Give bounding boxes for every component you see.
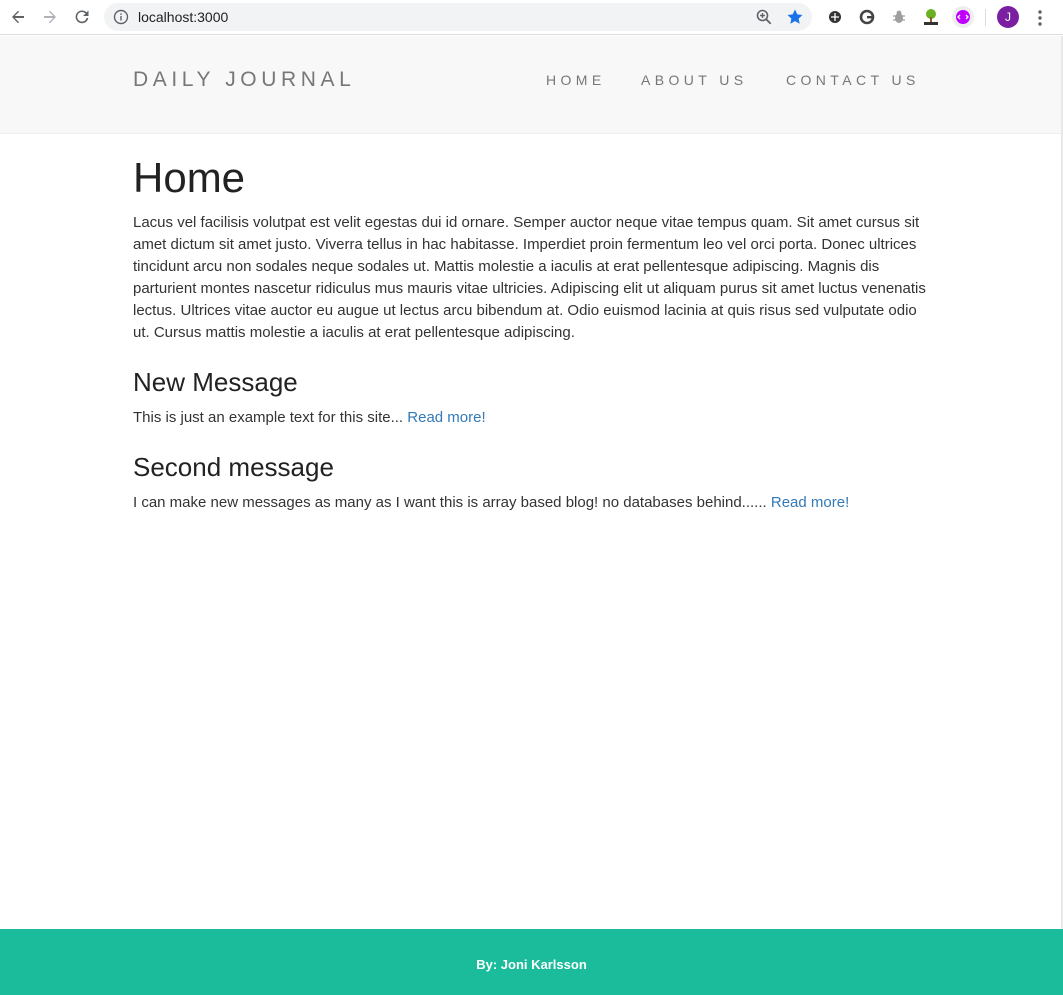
post-excerpt-text: This is just an example text for this si…	[133, 409, 404, 426]
google-extension-icon[interactable]	[857, 7, 877, 27]
info-icon[interactable]	[113, 9, 129, 25]
intro-paragraph: Lacus vel facilisis volutpat est velit e…	[133, 214, 926, 341]
post-excerpt: I can make new messages as many as I wan…	[133, 492, 926, 514]
bug-extension-icon[interactable]	[889, 7, 909, 27]
read-more-link[interactable]: Read more	[771, 494, 845, 511]
site-header: DAILY JOURNAL HOME ABOUT US CONTACT US	[0, 36, 1063, 134]
post-item: Second message I can make new messages a…	[133, 451, 926, 514]
read-more-suffix: !	[481, 409, 486, 426]
url-text[interactable]: localhost:3000	[138, 9, 228, 25]
reload-button[interactable]	[69, 5, 95, 29]
zoom-in-icon[interactable]	[755, 8, 773, 26]
toolbar-separator	[985, 9, 986, 26]
forward-button[interactable]	[37, 5, 63, 29]
reload-icon	[75, 10, 89, 24]
back-button[interactable]	[5, 5, 31, 29]
kebab-menu-icon[interactable]	[1032, 8, 1048, 28]
arrow-left-icon	[12, 10, 24, 24]
page-title: Home	[133, 154, 246, 201]
extension-1-icon[interactable]	[825, 7, 845, 27]
profile-avatar[interactable]: J	[997, 6, 1019, 28]
post-excerpt-text: I can make new messages as many as I wan…	[133, 494, 767, 511]
browser-toolbar: localhost:3000 J	[0, 0, 1063, 35]
nav-link-contact-us[interactable]: CONTACT US	[786, 72, 920, 88]
star-icon[interactable]	[786, 8, 804, 26]
brand-logo-link[interactable]: DAILY JOURNAL	[133, 68, 355, 92]
post-item: New Message This is just an example text…	[133, 366, 926, 429]
post-title: New Message	[133, 367, 298, 397]
html-tree-extension-icon[interactable]	[921, 7, 941, 27]
post-excerpt: This is just an example text for this si…	[133, 407, 926, 429]
read-more-suffix: !	[845, 494, 850, 511]
site-footer: By: Joni Karlsson	[0, 929, 1063, 995]
purple-extension-icon[interactable]	[952, 6, 974, 28]
address-bar[interactable]: localhost:3000	[104, 3, 812, 31]
nav-link-home[interactable]: HOME	[546, 72, 606, 88]
nav-link-about-us[interactable]: ABOUT US	[641, 72, 748, 88]
main-content: Home Lacus vel facilisis volutpat est ve…	[133, 154, 926, 514]
footer-credit: By: Joni Karlsson	[476, 957, 587, 972]
read-more-link[interactable]: Read more	[407, 409, 481, 426]
arrow-right-icon	[44, 10, 56, 24]
post-title: Second message	[133, 452, 334, 482]
